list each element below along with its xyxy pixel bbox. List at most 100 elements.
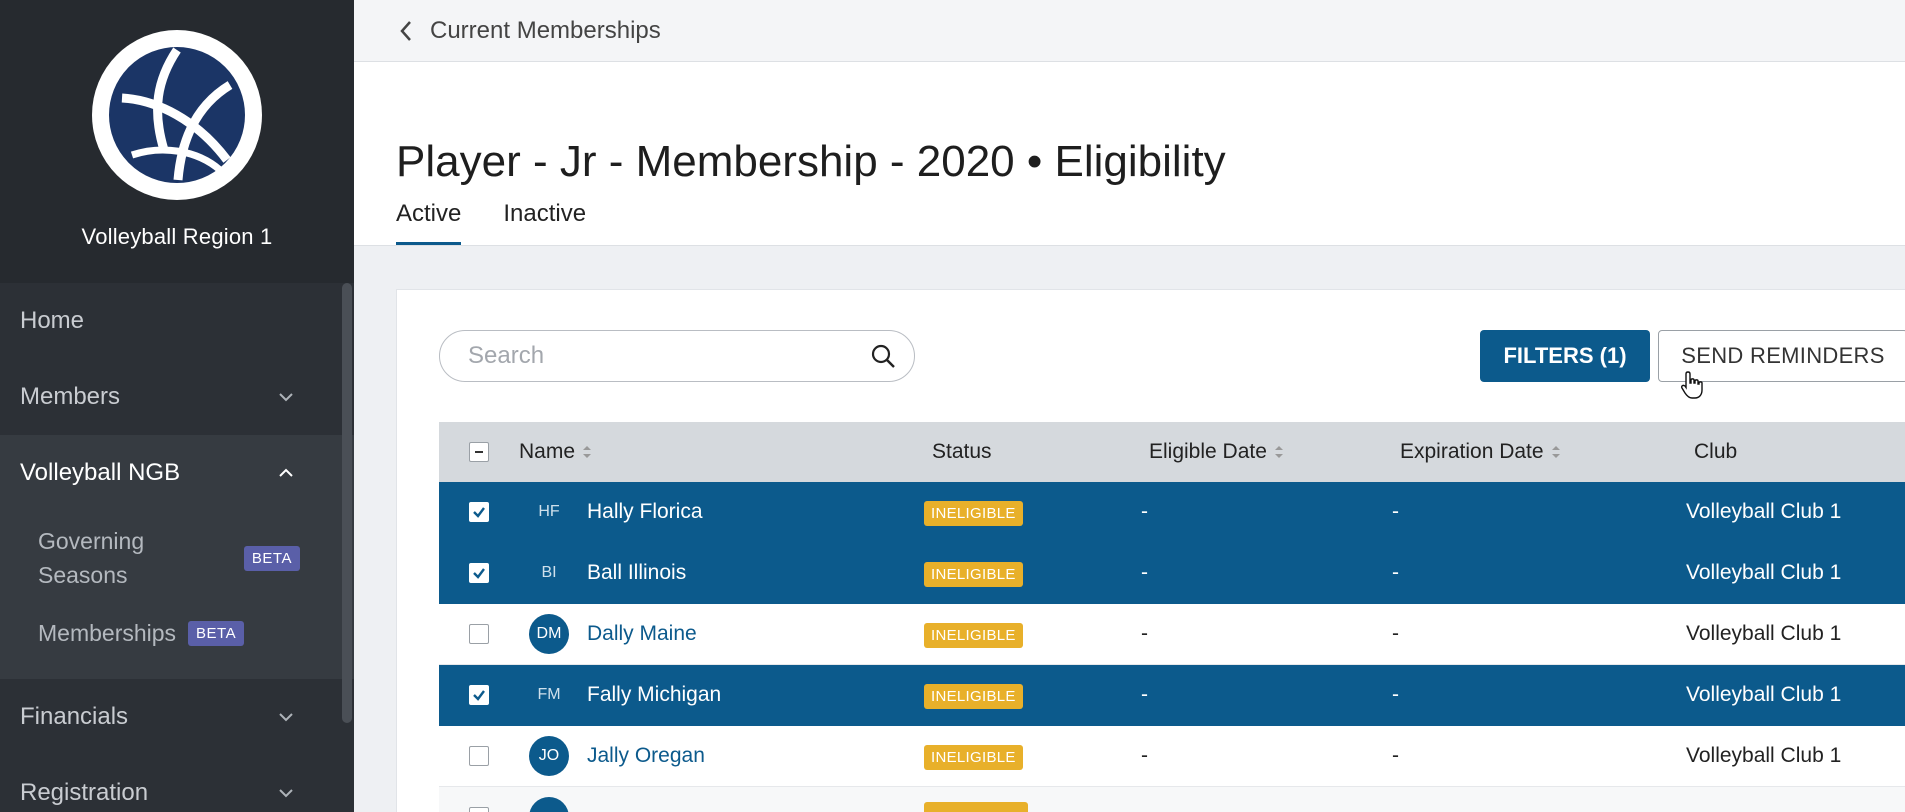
org-name: Volleyball Region 1	[81, 224, 273, 249]
breadcrumb: Current Memberships	[354, 0, 1905, 62]
column-header-status: Status	[932, 440, 992, 463]
avatar-initials: HF	[538, 503, 560, 520]
search-icon[interactable]	[870, 343, 896, 369]
expiration-date-cell: -	[1392, 622, 1399, 645]
club-cell: Volleyball Club 1	[1686, 683, 1842, 706]
row-checkbox[interactable]	[469, 807, 489, 812]
club-cell: Volleyball Club 1	[1686, 622, 1842, 645]
chevron-left-icon[interactable]	[398, 19, 414, 43]
row-checkbox-cell	[439, 685, 519, 705]
search-input[interactable]: Search	[439, 330, 915, 382]
status-badge: INELIGIBLE	[924, 745, 1023, 770]
status-badge	[924, 802, 1028, 812]
chevron-up-icon	[279, 468, 293, 477]
member-name-link[interactable]: Dally Maine	[579, 622, 924, 646]
member-name-link[interactable]: Fally Michigan	[579, 683, 924, 707]
member-name-link[interactable]: Ball Illinois	[579, 561, 924, 585]
status-cell: INELIGIBLE	[924, 683, 1141, 709]
row-checkbox[interactable]	[469, 502, 489, 522]
table-header: Name Status Eligible Date Expiration Dat…	[439, 422, 1905, 482]
chevron-down-icon	[279, 713, 293, 722]
avatar: BI	[519, 564, 579, 582]
sidebar-item-volleyball-ngb[interactable]: Volleyball NGB	[0, 435, 354, 511]
sidebar-scrollbar[interactable]	[342, 283, 352, 723]
checkmark-icon	[473, 690, 485, 701]
tab-active[interactable]: Active	[396, 200, 462, 245]
checkmark-icon	[473, 568, 485, 579]
sidebar-item-governing-seasons[interactable]: Governing Seasons BETA	[0, 515, 354, 601]
expiration-date-cell: -	[1392, 500, 1399, 523]
avatar-placeholder	[529, 797, 569, 812]
back-link[interactable]: Current Memberships	[430, 17, 661, 45]
sidebar-item-home[interactable]: Home	[0, 283, 354, 359]
status-cell: INELIGIBLE	[924, 744, 1141, 770]
row-checkbox-cell	[439, 746, 519, 766]
sidebar-subitem-label-line1: Governing	[38, 528, 145, 554]
status-badge: INELIGIBLE	[924, 562, 1023, 587]
table-row[interactable]: JO Jally Oregan INELIGIBLE - - Volleybal…	[439, 726, 1905, 787]
page-header: Player - Jr - Membership - 2020 • Eligib…	[354, 62, 1905, 246]
filters-button[interactable]: FILTERS (1)	[1480, 330, 1650, 382]
sidebar: Volleyball Region 1 Home Members Volleyb…	[0, 0, 354, 812]
row-checkbox-cell	[439, 807, 519, 812]
expiration-date-cell: -	[1392, 744, 1399, 767]
sort-icon	[1274, 446, 1283, 458]
main-content: Current Memberships Player - Jr - Member…	[354, 0, 1905, 812]
row-checkbox-cell	[439, 624, 519, 644]
row-checkbox-cell	[439, 502, 519, 522]
org-logo[interactable]	[92, 30, 262, 200]
table-row[interactable]: FM Fally Michigan INELIGIBLE - - Volleyb…	[439, 665, 1905, 726]
members-card: Search FILTERS (1) SEND REMINDERS Name S…	[396, 289, 1905, 812]
status-badge: INELIGIBLE	[924, 501, 1023, 526]
sidebar-nav: Home Members Volleyball NGB Governing Se…	[0, 283, 354, 812]
table-row[interactable]: HF Hally Florica INELIGIBLE - - Volleyba…	[439, 482, 1905, 543]
status-cell	[924, 802, 1141, 812]
sidebar-subitem-label-line2: Seasons	[38, 562, 128, 588]
column-header-eligible-date[interactable]: Eligible Date	[1149, 440, 1400, 464]
avatar: FM	[519, 686, 579, 704]
tab-inactive[interactable]: Inactive	[503, 200, 586, 245]
column-header-club: Club	[1694, 440, 1738, 463]
row-checkbox[interactable]	[469, 563, 489, 583]
row-checkbox[interactable]	[469, 624, 489, 644]
status-cell: INELIGIBLE	[924, 622, 1141, 648]
table-row[interactable]: BI Ball Illinois INELIGIBLE - - Volleyba…	[439, 543, 1905, 604]
avatar-initials: DM	[529, 614, 569, 654]
sidebar-item-label: Home	[20, 307, 85, 334]
select-all-checkbox[interactable]	[469, 442, 489, 462]
sidebar-subitem-label: Memberships	[38, 619, 177, 646]
eligible-date-cell: -	[1141, 744, 1148, 767]
avatar-initials: BI	[541, 564, 557, 581]
sidebar-item-registration[interactable]: Registration	[0, 755, 354, 812]
checkmark-icon	[473, 507, 485, 518]
volleyball-logo-icon	[105, 43, 249, 187]
column-header-label: Expiration Date	[1400, 440, 1544, 463]
sidebar-item-label: Financials	[20, 703, 129, 730]
avatar: HF	[519, 503, 579, 521]
eligible-date-cell: -	[1141, 561, 1148, 584]
select-all-cell	[439, 442, 519, 462]
column-header-name[interactable]: Name	[519, 440, 932, 464]
sort-icon	[1551, 446, 1560, 458]
row-checkbox[interactable]	[469, 685, 489, 705]
status-badge: INELIGIBLE	[924, 684, 1023, 709]
sidebar-scrollbar-thumb[interactable]	[342, 283, 352, 723]
beta-badge: BETA	[188, 620, 245, 646]
sidebar-brand: Volleyball Region 1	[0, 0, 354, 283]
avatar-initials: JO	[529, 736, 569, 776]
sidebar-item-members[interactable]: Members	[0, 359, 354, 435]
search-placeholder: Search	[468, 342, 545, 369]
member-name-link[interactable]: Hally Florica	[579, 500, 924, 524]
table-row[interactable]: DM Dally Maine INELIGIBLE - - Volleyball…	[439, 604, 1905, 665]
row-checkbox[interactable]	[469, 746, 489, 766]
member-name-link[interactable]: Jally Oregan	[579, 744, 924, 768]
members-table: Name Status Eligible Date Expiration Dat…	[439, 422, 1905, 812]
column-header-expiration-date[interactable]: Expiration Date	[1400, 440, 1694, 464]
sidebar-item-memberships[interactable]: Memberships BETA	[0, 601, 354, 665]
row-checkbox-cell	[439, 563, 519, 583]
beta-badge: BETA	[243, 545, 300, 571]
table-row[interactable]	[439, 787, 1905, 812]
sidebar-item-financials[interactable]: Financials	[0, 679, 354, 755]
club-cell: Volleyball Club 1	[1686, 500, 1842, 523]
avatar	[519, 797, 579, 812]
